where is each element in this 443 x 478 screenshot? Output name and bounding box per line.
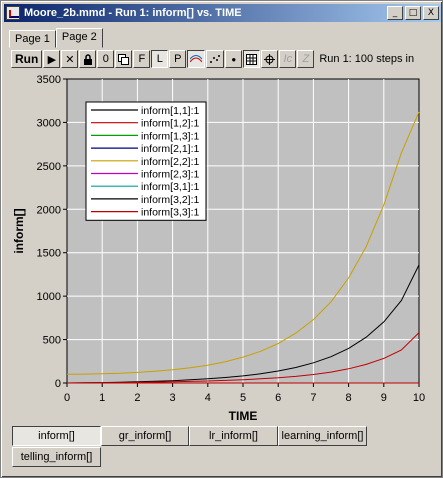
crosshair-icon[interactable]: [261, 50, 279, 68]
ic-button[interactable]: Ic: [279, 50, 297, 68]
x-tick-label: 4: [205, 392, 211, 404]
tab-lr-inform[interactable]: lr_inform[]: [189, 426, 278, 446]
x-tick-label: 10: [413, 392, 425, 404]
legend-entry: inform[1,3]:1: [141, 130, 200, 142]
x-tick-label: 5: [240, 392, 246, 404]
chart-legend: inform[1,1]:1inform[1,2]:1inform[1,3]:1i…: [85, 101, 207, 221]
graph-toolbar: Run ▶ ✕ 0 F L P ● Ic Z Run 1: 100 steps …: [11, 49, 439, 69]
legend-entry: inform[1,2]:1: [141, 118, 200, 130]
close-button[interactable]: X: [423, 6, 439, 20]
legend-entry: inform[3,3]:1: [141, 207, 200, 219]
x-tick-label: 8: [346, 392, 352, 404]
legend-entry: inform[1,1]:1: [141, 105, 200, 117]
tab-learning-inform[interactable]: learning_inform[]: [278, 426, 367, 446]
legend-entry: inform[2,3]:1: [141, 169, 200, 181]
y-tick-label: 500: [43, 335, 61, 347]
run-info-text: Run 1: 100 steps in: [319, 53, 415, 65]
line-style-icon[interactable]: [187, 50, 206, 68]
zoom-button[interactable]: Z: [297, 50, 315, 68]
legend-entry: inform[2,2]:1: [141, 156, 200, 168]
page-tab-strip: Page 1 Page 2: [9, 28, 103, 48]
tab-gr-inform-label: gr_inform[]: [118, 430, 172, 442]
legend-entry: inform[3,2]:1: [141, 194, 200, 206]
tab-lr-inform-label: lr_inform[]: [209, 430, 258, 442]
title-bar[interactable]: Moore_2b.mmd - Run 1: inform[] vs. TIME …: [4, 4, 441, 22]
y-tick-label: 3500: [37, 74, 61, 86]
y-tick-label: 2000: [37, 204, 61, 216]
y-tick-label: 0: [55, 378, 61, 390]
l-button[interactable]: L: [151, 50, 169, 68]
tab-telling-inform-label: telling_inform[]: [20, 451, 93, 463]
dot-icon[interactable]: ●: [225, 50, 243, 68]
tab-page-1[interactable]: Page 1: [9, 30, 56, 48]
tab-inform-label: inform[]: [38, 430, 75, 442]
y-tick-label: 2500: [37, 161, 61, 173]
x-tick-label: 0: [64, 392, 70, 404]
x-axis-label: TIME: [229, 409, 258, 423]
tab-page-2[interactable]: Page 2: [55, 28, 103, 48]
stop-icon[interactable]: ✕: [61, 50, 79, 68]
y-tick-label: 3000: [37, 117, 61, 129]
x-tick-label: 1: [99, 392, 105, 404]
x-tick-label: 6: [275, 392, 281, 404]
f-button[interactable]: F: [133, 50, 151, 68]
x-tick-label: 9: [381, 392, 387, 404]
tab-telling-inform[interactable]: telling_inform[]: [12, 447, 101, 467]
legend-entry: inform[2,1]:1: [141, 143, 200, 155]
x-tick-label: 7: [310, 392, 316, 404]
scatter-icon[interactable]: [206, 50, 225, 68]
maximize-button[interactable]: □: [405, 6, 421, 20]
lock-icon[interactable]: [79, 50, 97, 68]
window-title: Moore_2b.mmd - Run 1: inform[] vs. TIME: [24, 7, 242, 19]
tab-learning-inform-label: learning_inform[]: [281, 430, 364, 442]
zero-button[interactable]: 0: [97, 50, 115, 68]
x-tick-label: 2: [134, 392, 140, 404]
y-tick-label: 1000: [37, 291, 61, 303]
play-icon[interactable]: ▶: [43, 50, 61, 68]
run-button[interactable]: Run: [11, 50, 43, 68]
p-button[interactable]: P: [169, 50, 187, 68]
copy-icon[interactable]: [115, 50, 133, 68]
tab-inform[interactable]: inform[]: [12, 426, 101, 446]
grid-icon[interactable]: [243, 50, 261, 68]
minimize-button[interactable]: _: [387, 6, 403, 20]
legend-entry: inform[3,1]:1: [141, 181, 200, 193]
y-axis-label: inform[]: [12, 208, 26, 253]
line-chart[interactable]: 0 500 1000 1500 2000 2500 3000 3500 0 1 2 3 4 5 6 7 8 9 1…: [1, 71, 443, 426]
y-tick-label: 1500: [37, 248, 61, 260]
app-window: Moore_2b.mmd - Run 1: inform[] vs. TIME …: [0, 0, 443, 478]
x-tick-label: 3: [170, 392, 176, 404]
app-icon: [6, 6, 20, 20]
tab-gr-inform[interactable]: gr_inform[]: [101, 426, 189, 446]
